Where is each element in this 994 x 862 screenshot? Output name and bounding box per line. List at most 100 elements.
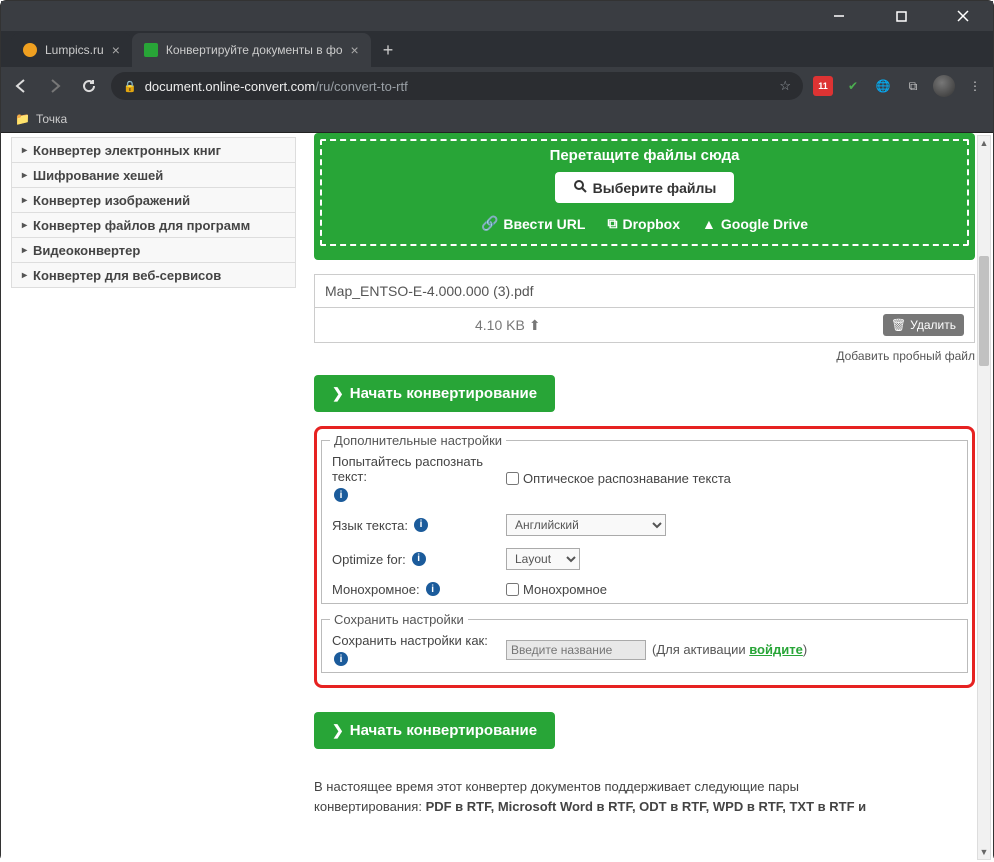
sidebar-item-video[interactable]: ▸ Видеоконвертер [11, 237, 296, 263]
delete-file-button[interactable]: 🗑Удалить [883, 314, 964, 336]
sidebar-item-image[interactable]: ▸ Конвертер изображений [11, 187, 296, 213]
google-drive-link[interactable]: ▲Google Drive [702, 215, 808, 232]
google-drive-icon: ▲ [702, 216, 716, 232]
new-tab-button[interactable]: + [383, 40, 394, 61]
file-name: Map_ENTSO-E-4.000.000 (3).pdf [314, 274, 975, 308]
reading-list-icon[interactable]: ⧉ [903, 76, 923, 96]
url-input[interactable]: 🔒 document.online-convert.com/ru/convert… [111, 72, 803, 100]
settings-highlight: Дополнительные настройки Попытайтесь рас… [314, 426, 975, 688]
info-icon[interactable]: i [414, 518, 428, 532]
dropzone-links: 🔗Ввести URL ⧉Dropbox ▲Google Drive [481, 215, 808, 232]
url-domain: document.online-convert.com [145, 79, 316, 94]
favicon-icon [23, 43, 37, 57]
chevron-right-icon: ▸ [22, 195, 27, 206]
search-icon [573, 179, 587, 196]
optimize-label: Optimize for: [332, 552, 406, 567]
language-label: Язык текста: [332, 518, 408, 533]
back-button[interactable] [9, 74, 33, 98]
monochrome-label: Монохромное: [332, 582, 420, 597]
sidebar-item-software[interactable]: ▸ Конвертер файлов для программ [11, 212, 296, 238]
main-panel: Перетащите файлы сюда Выберите файлы 🔗Вв… [296, 133, 993, 862]
scroll-down-icon[interactable]: ▼ [978, 845, 990, 859]
sidebar-item-label: Конвертер изображений [33, 193, 190, 208]
bookmark-star-icon[interactable]: ☆ [779, 78, 791, 94]
info-icon[interactable]: i [334, 652, 348, 666]
fieldset-legend: Дополнительные настройки [330, 433, 506, 448]
info-icon[interactable]: i [412, 552, 426, 566]
save-settings-label: Сохранить настройки как: [332, 633, 488, 648]
sidebar-item-ebook[interactable]: ▸ Конвертер электронных книг [11, 137, 296, 163]
close-icon[interactable]: × [351, 42, 359, 58]
favicon-icon [144, 43, 158, 57]
file-meta: 4.10 KB⬆ 🗑Удалить [314, 308, 975, 343]
extension-globe-icon[interactable]: 🌐 [873, 76, 893, 96]
maximize-button[interactable] [879, 2, 923, 30]
profile-avatar[interactable] [933, 75, 955, 97]
fieldset-legend: Сохранить настройки [330, 612, 468, 627]
scrollbar[interactable]: ▲ ▼ [977, 135, 991, 860]
add-trial-row: Добавить пробный файл [314, 349, 975, 363]
choose-files-button[interactable]: Выберите файлы [555, 172, 735, 203]
chevron-right-icon: ▸ [22, 245, 27, 256]
dropbox-icon: ⧉ [607, 215, 617, 232]
folder-icon: 📁 [15, 112, 30, 126]
choose-files-label: Выберите файлы [593, 180, 717, 196]
login-link[interactable]: войдите [749, 642, 803, 657]
row-language: Язык текста: i Английский [322, 508, 967, 542]
close-button[interactable] [941, 2, 985, 30]
tab-bar: Lumpics.ru × Конвертируйте документы в ф… [1, 31, 993, 67]
chevron-right-icon: ▸ [22, 220, 27, 231]
dropzone[interactable]: Перетащите файлы сюда Выберите файлы 🔗Вв… [314, 133, 975, 260]
info-icon[interactable]: i [334, 488, 348, 502]
window-titlebar [1, 1, 993, 31]
page-content: ▸ Конвертер электронных книг ▸ Шифрование … [1, 133, 993, 862]
footer-text: В настоящее время этот конвертер докумен… [314, 777, 975, 816]
chevron-right-icon: ❯ [332, 385, 344, 402]
extension-badge[interactable]: 11 [813, 76, 833, 96]
sidebar: ▸ Конвертер электронных книг ▸ Шифрование … [1, 133, 296, 862]
minimize-button[interactable] [817, 2, 861, 30]
trash-icon: 🗑 [891, 318, 906, 332]
ocr-checkbox[interactable] [506, 472, 519, 485]
tab-label: Lumpics.ru [45, 43, 104, 57]
chevron-right-icon: ▸ [22, 170, 27, 181]
save-after-text: (Для активации войдите) [652, 642, 807, 657]
reload-button[interactable] [77, 74, 101, 98]
row-monochrome: Монохромное: i Монохромное [322, 576, 967, 603]
sidebar-item-label: Видеоконвертер [33, 243, 140, 258]
bookmarks-bar: 📁 Точка [1, 105, 993, 133]
tab-convert[interactable]: Конвертируйте документы в фо × [132, 33, 371, 67]
enter-url-link[interactable]: 🔗Ввести URL [481, 215, 585, 232]
bookmark-item[interactable]: Точка [36, 112, 67, 126]
dropbox-link[interactable]: ⧉Dropbox [607, 215, 680, 232]
language-select[interactable]: Английский [506, 514, 666, 536]
sidebar-item-label: Конвертер файлов для программ [33, 218, 250, 233]
monochrome-checkbox-label: Монохромное [523, 582, 607, 597]
add-trial-link[interactable]: Добавить пробный файл [836, 349, 975, 363]
start-conversion-button-top[interactable]: ❯Начать конвертирование [314, 375, 555, 412]
save-settings-fieldset: Сохранить настройки Сохранить настройки … [321, 612, 968, 673]
extension-check-icon[interactable]: ✔ [843, 76, 863, 96]
scroll-thumb[interactable] [979, 256, 989, 366]
tab-lumpics[interactable]: Lumpics.ru × [11, 33, 132, 67]
menu-icon[interactable]: ⋮ [965, 76, 985, 96]
start-conversion-button-bottom[interactable]: ❯Начать конвертирование [314, 712, 555, 749]
chevron-right-icon: ❯ [332, 722, 344, 739]
close-icon[interactable]: × [112, 42, 120, 58]
save-name-input[interactable] [506, 640, 646, 660]
row-optimize: Optimize for: i Layout [322, 542, 967, 576]
additional-settings-fieldset: Дополнительные настройки Попытайтесь рас… [321, 433, 968, 604]
info-icon[interactable]: i [426, 582, 440, 596]
scroll-up-icon[interactable]: ▲ [978, 136, 990, 150]
dropzone-inner: Перетащите файлы сюда Выберите файлы 🔗Вв… [320, 139, 969, 246]
forward-button[interactable] [43, 74, 67, 98]
sidebar-item-label: Конвертер для веб-сервисов [33, 268, 221, 283]
sidebar-item-webservice[interactable]: ▸Конвертер для веб-сервисов [11, 262, 296, 288]
optimize-select[interactable]: Layout [506, 548, 580, 570]
dropzone-title: Перетащите файлы сюда [550, 147, 740, 164]
monochrome-checkbox[interactable] [506, 583, 519, 596]
sidebar-item-label: Конвертер электронных книг [33, 143, 221, 158]
chevron-right-icon: ▸ [22, 145, 27, 156]
sidebar-item-hash[interactable]: ▸ Шифрование хешей [11, 162, 296, 188]
sidebar-item-label: Шифрование хешей [33, 168, 163, 183]
